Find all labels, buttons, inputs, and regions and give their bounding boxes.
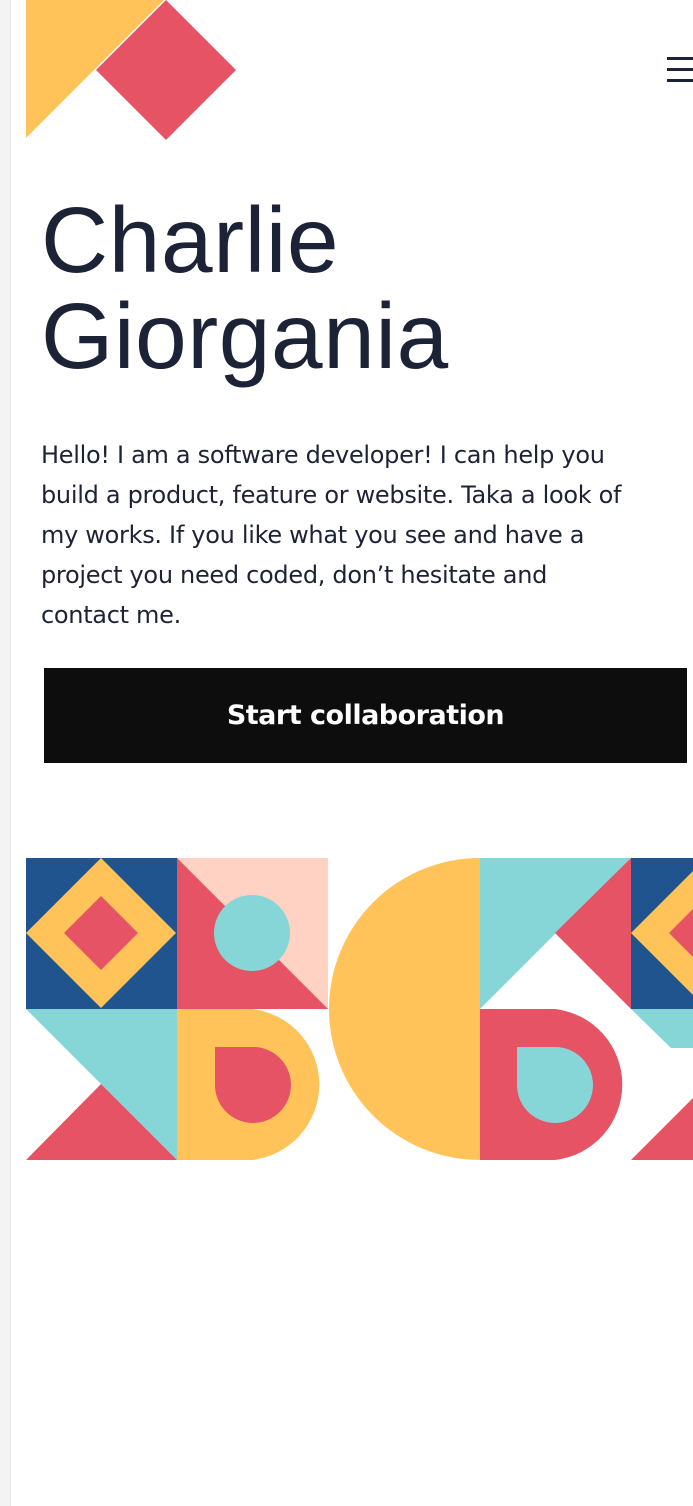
- art-tile-drop-yellow: [177, 1009, 320, 1160]
- art-half-circle: [329, 858, 480, 1160]
- art-tile-diamond: [26, 858, 177, 1009]
- art-tile-drop-red: [480, 1009, 623, 1160]
- art-tile-circle: [177, 858, 328, 1009]
- intro-text: Hello! I am a software developer! I can …: [41, 441, 622, 629]
- art-tile-triangles: [480, 858, 631, 1009]
- name-first: Charlie: [41, 188, 340, 292]
- art-tile-diamond-edge: [631, 858, 693, 1009]
- start-collaboration-button[interactable]: Start collaboration: [44, 668, 687, 763]
- geometric-logo-icon[interactable]: [26, 0, 238, 140]
- hamburger-menu-icon: [667, 57, 693, 82]
- art-tile-bowtie-edge: [631, 1009, 693, 1160]
- name-last: Giorgania: [41, 284, 449, 388]
- page-title: Charlie Giorgania: [41, 192, 449, 384]
- art-tile-bowtie: [26, 1009, 177, 1160]
- page: Charlie Giorgania Hello! I am a software…: [0, 0, 693, 1506]
- hamburger-menu-button[interactable]: [660, 50, 693, 90]
- browser-edge: [0, 0, 11, 1506]
- geometric-artwork-image: [26, 858, 693, 1160]
